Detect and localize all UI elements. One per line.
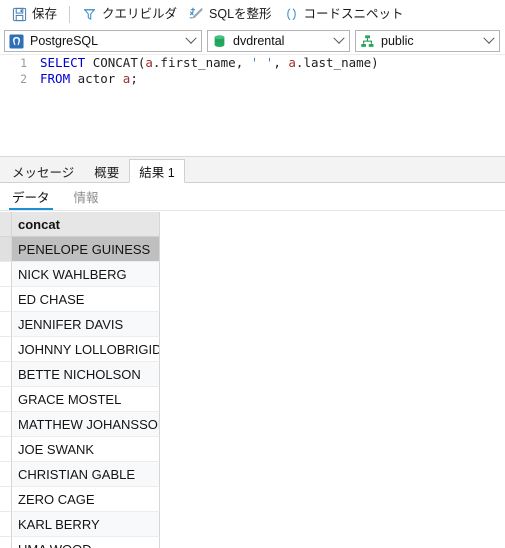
grid-cell[interactable]: JOHNNY LOLLOBRIGIDA bbox=[12, 337, 160, 362]
grid-cell[interactable]: ED CHASE bbox=[12, 287, 160, 312]
code-line: SELECT CONCAT(a.first_name, ' ', a.last_… bbox=[40, 55, 505, 71]
grid-cell[interactable]: BETTE NICHOLSON bbox=[12, 362, 160, 387]
row-header-cell[interactable] bbox=[0, 487, 12, 512]
table-row[interactable]: ED CHASE bbox=[0, 287, 505, 312]
chevron-down-icon[interactable] bbox=[332, 34, 346, 48]
table-row[interactable]: JENNIFER DAVIS bbox=[0, 312, 505, 337]
code-line: FROM actor a; bbox=[40, 71, 505, 87]
subtab-data[interactable]: データ bbox=[9, 183, 53, 210]
result-tabstrip: メッセージ 概要 結果 1 bbox=[0, 157, 505, 183]
code-token: SELECT bbox=[40, 55, 93, 70]
table-row[interactable]: JOHNNY LOLLOBRIGIDA bbox=[0, 337, 505, 362]
code-token: .last_name) bbox=[295, 55, 379, 70]
sql-code-area[interactable]: SELECT CONCAT(a.first_name, ' ', a.last_… bbox=[40, 55, 505, 150]
query-builder-button[interactable]: クエリビルダ bbox=[76, 2, 183, 26]
format-sql-button[interactable]: SQLを整形 bbox=[183, 2, 278, 26]
row-header-cell[interactable] bbox=[0, 412, 12, 437]
subtab-info[interactable]: 情報 bbox=[71, 183, 102, 210]
grid-corner-cell[interactable] bbox=[0, 212, 12, 237]
row-header-cell[interactable] bbox=[0, 287, 12, 312]
sql-editor-window: 保存 クエリビルダ SQLを整形 コードスニペット PostgreSQL dvd… bbox=[0, 0, 505, 548]
save-disk-icon bbox=[12, 7, 27, 22]
toolbar: 保存 クエリビルダ SQLを整形 コードスニペット bbox=[0, 0, 505, 28]
row-header-cell[interactable] bbox=[0, 337, 12, 362]
grid-rows: concat PENELOPE GUINESS NICK WAHLBERG ED CH… bbox=[0, 212, 505, 548]
engine-select-value: PostgreSQL bbox=[30, 34, 99, 48]
grid-cell[interactable]: GRACE MOSTEL bbox=[12, 387, 160, 412]
database-select-value: dvdrental bbox=[233, 34, 285, 48]
schema-nodes-icon bbox=[360, 34, 375, 49]
row-header-cell[interactable] bbox=[0, 462, 12, 487]
engine-select[interactable]: PostgreSQL bbox=[4, 30, 202, 52]
editor-line-number-gutter: 1 2 bbox=[0, 55, 34, 150]
table-row[interactable]: MATTHEW JOHANSSON bbox=[0, 412, 505, 437]
column-header[interactable]: concat bbox=[12, 212, 160, 237]
grid-cell[interactable]: NICK WAHLBERG bbox=[12, 262, 160, 287]
toolbar-separator bbox=[69, 5, 71, 23]
grid-cell[interactable]: ZERO CAGE bbox=[12, 487, 160, 512]
code-token: a bbox=[288, 55, 296, 70]
schema-select-value: public bbox=[381, 34, 414, 48]
postgresql-elephant-icon bbox=[9, 33, 24, 49]
row-header-cell[interactable] bbox=[0, 437, 12, 462]
grid-cell[interactable]: JOE SWANK bbox=[12, 437, 160, 462]
save-button[interactable]: 保存 bbox=[6, 2, 63, 26]
chevron-down-icon[interactable] bbox=[184, 34, 198, 48]
filter-funnel-icon bbox=[82, 7, 97, 22]
grid-cell[interactable]: PENELOPE GUINESS bbox=[12, 237, 160, 262]
line-number: 2 bbox=[20, 72, 27, 86]
row-header-cell[interactable] bbox=[0, 362, 12, 387]
grid-cell[interactable]: UMA WOOD bbox=[12, 537, 160, 548]
code-token: ' ' bbox=[250, 55, 274, 70]
sql-editor[interactable]: 1 2 SELECT CONCAT(a.first_name, ' ', a.l… bbox=[0, 54, 505, 150]
result-grid[interactable]: concat PENELOPE GUINESS NICK WAHLBERG ED CH… bbox=[0, 212, 505, 548]
code-token: actor bbox=[77, 71, 123, 86]
connection-bar: PostgreSQL dvdrental public bbox=[0, 28, 505, 54]
row-header-cell[interactable] bbox=[0, 387, 12, 412]
code-token: FROM bbox=[40, 71, 78, 86]
table-row[interactable]: CHRISTIAN GABLE bbox=[0, 462, 505, 487]
code-token: ; bbox=[130, 71, 138, 86]
table-row[interactable]: UMA WOOD bbox=[0, 537, 505, 548]
parentheses-icon bbox=[284, 7, 299, 22]
tab-result-1[interactable]: 結果 1 bbox=[129, 159, 185, 183]
sparkle-wand-icon bbox=[189, 7, 204, 22]
code-snippet-label: コードスニペット bbox=[303, 6, 404, 21]
grid-cell[interactable]: JENNIFER DAVIS bbox=[12, 312, 160, 337]
database-select[interactable]: dvdrental bbox=[207, 30, 350, 52]
line-number: 1 bbox=[20, 56, 27, 70]
table-row[interactable]: PENELOPE GUINESS bbox=[0, 237, 505, 262]
table-row[interactable]: KARL BERRY bbox=[0, 512, 505, 537]
table-row[interactable]: GRACE MOSTEL bbox=[0, 387, 505, 412]
row-header-cell[interactable] bbox=[0, 512, 12, 537]
database-cylinder-icon bbox=[212, 34, 227, 49]
code-token: , bbox=[273, 55, 289, 70]
row-header-cell[interactable] bbox=[0, 237, 12, 262]
row-header-cell[interactable] bbox=[0, 262, 12, 287]
code-token: .first_name, bbox=[152, 55, 251, 70]
table-row[interactable]: ZERO CAGE bbox=[0, 487, 505, 512]
schema-select[interactable]: public bbox=[355, 30, 500, 52]
tab-overview[interactable]: 概要 bbox=[84, 159, 129, 183]
query-builder-label: クエリビルダ bbox=[102, 6, 178, 21]
code-snippet-button[interactable]: コードスニペット bbox=[278, 2, 410, 26]
result-subtabs: データ 情報 bbox=[0, 183, 505, 211]
table-row[interactable]: JOE SWANK bbox=[0, 437, 505, 462]
code-token: a bbox=[145, 55, 153, 70]
table-row[interactable]: NICK WAHLBERG bbox=[0, 262, 505, 287]
grid-cell[interactable]: CHRISTIAN GABLE bbox=[12, 462, 160, 487]
grid-header-row: concat bbox=[0, 212, 505, 237]
result-panel: メッセージ 概要 結果 1 データ 情報 concat PENELOPE GUINESS… bbox=[0, 156, 505, 548]
table-row[interactable]: BETTE NICHOLSON bbox=[0, 362, 505, 387]
tab-messages[interactable]: メッセージ bbox=[2, 159, 84, 183]
save-label: 保存 bbox=[32, 6, 58, 21]
format-sql-label: SQLを整形 bbox=[209, 6, 272, 21]
grid-cell[interactable]: MATTHEW JOHANSSON bbox=[12, 412, 160, 437]
code-token: CONCAT bbox=[92, 55, 138, 70]
grid-cell[interactable]: KARL BERRY bbox=[12, 512, 160, 537]
row-header-cell[interactable] bbox=[0, 537, 12, 548]
chevron-down-icon[interactable] bbox=[482, 34, 496, 48]
row-header-cell[interactable] bbox=[0, 312, 12, 337]
